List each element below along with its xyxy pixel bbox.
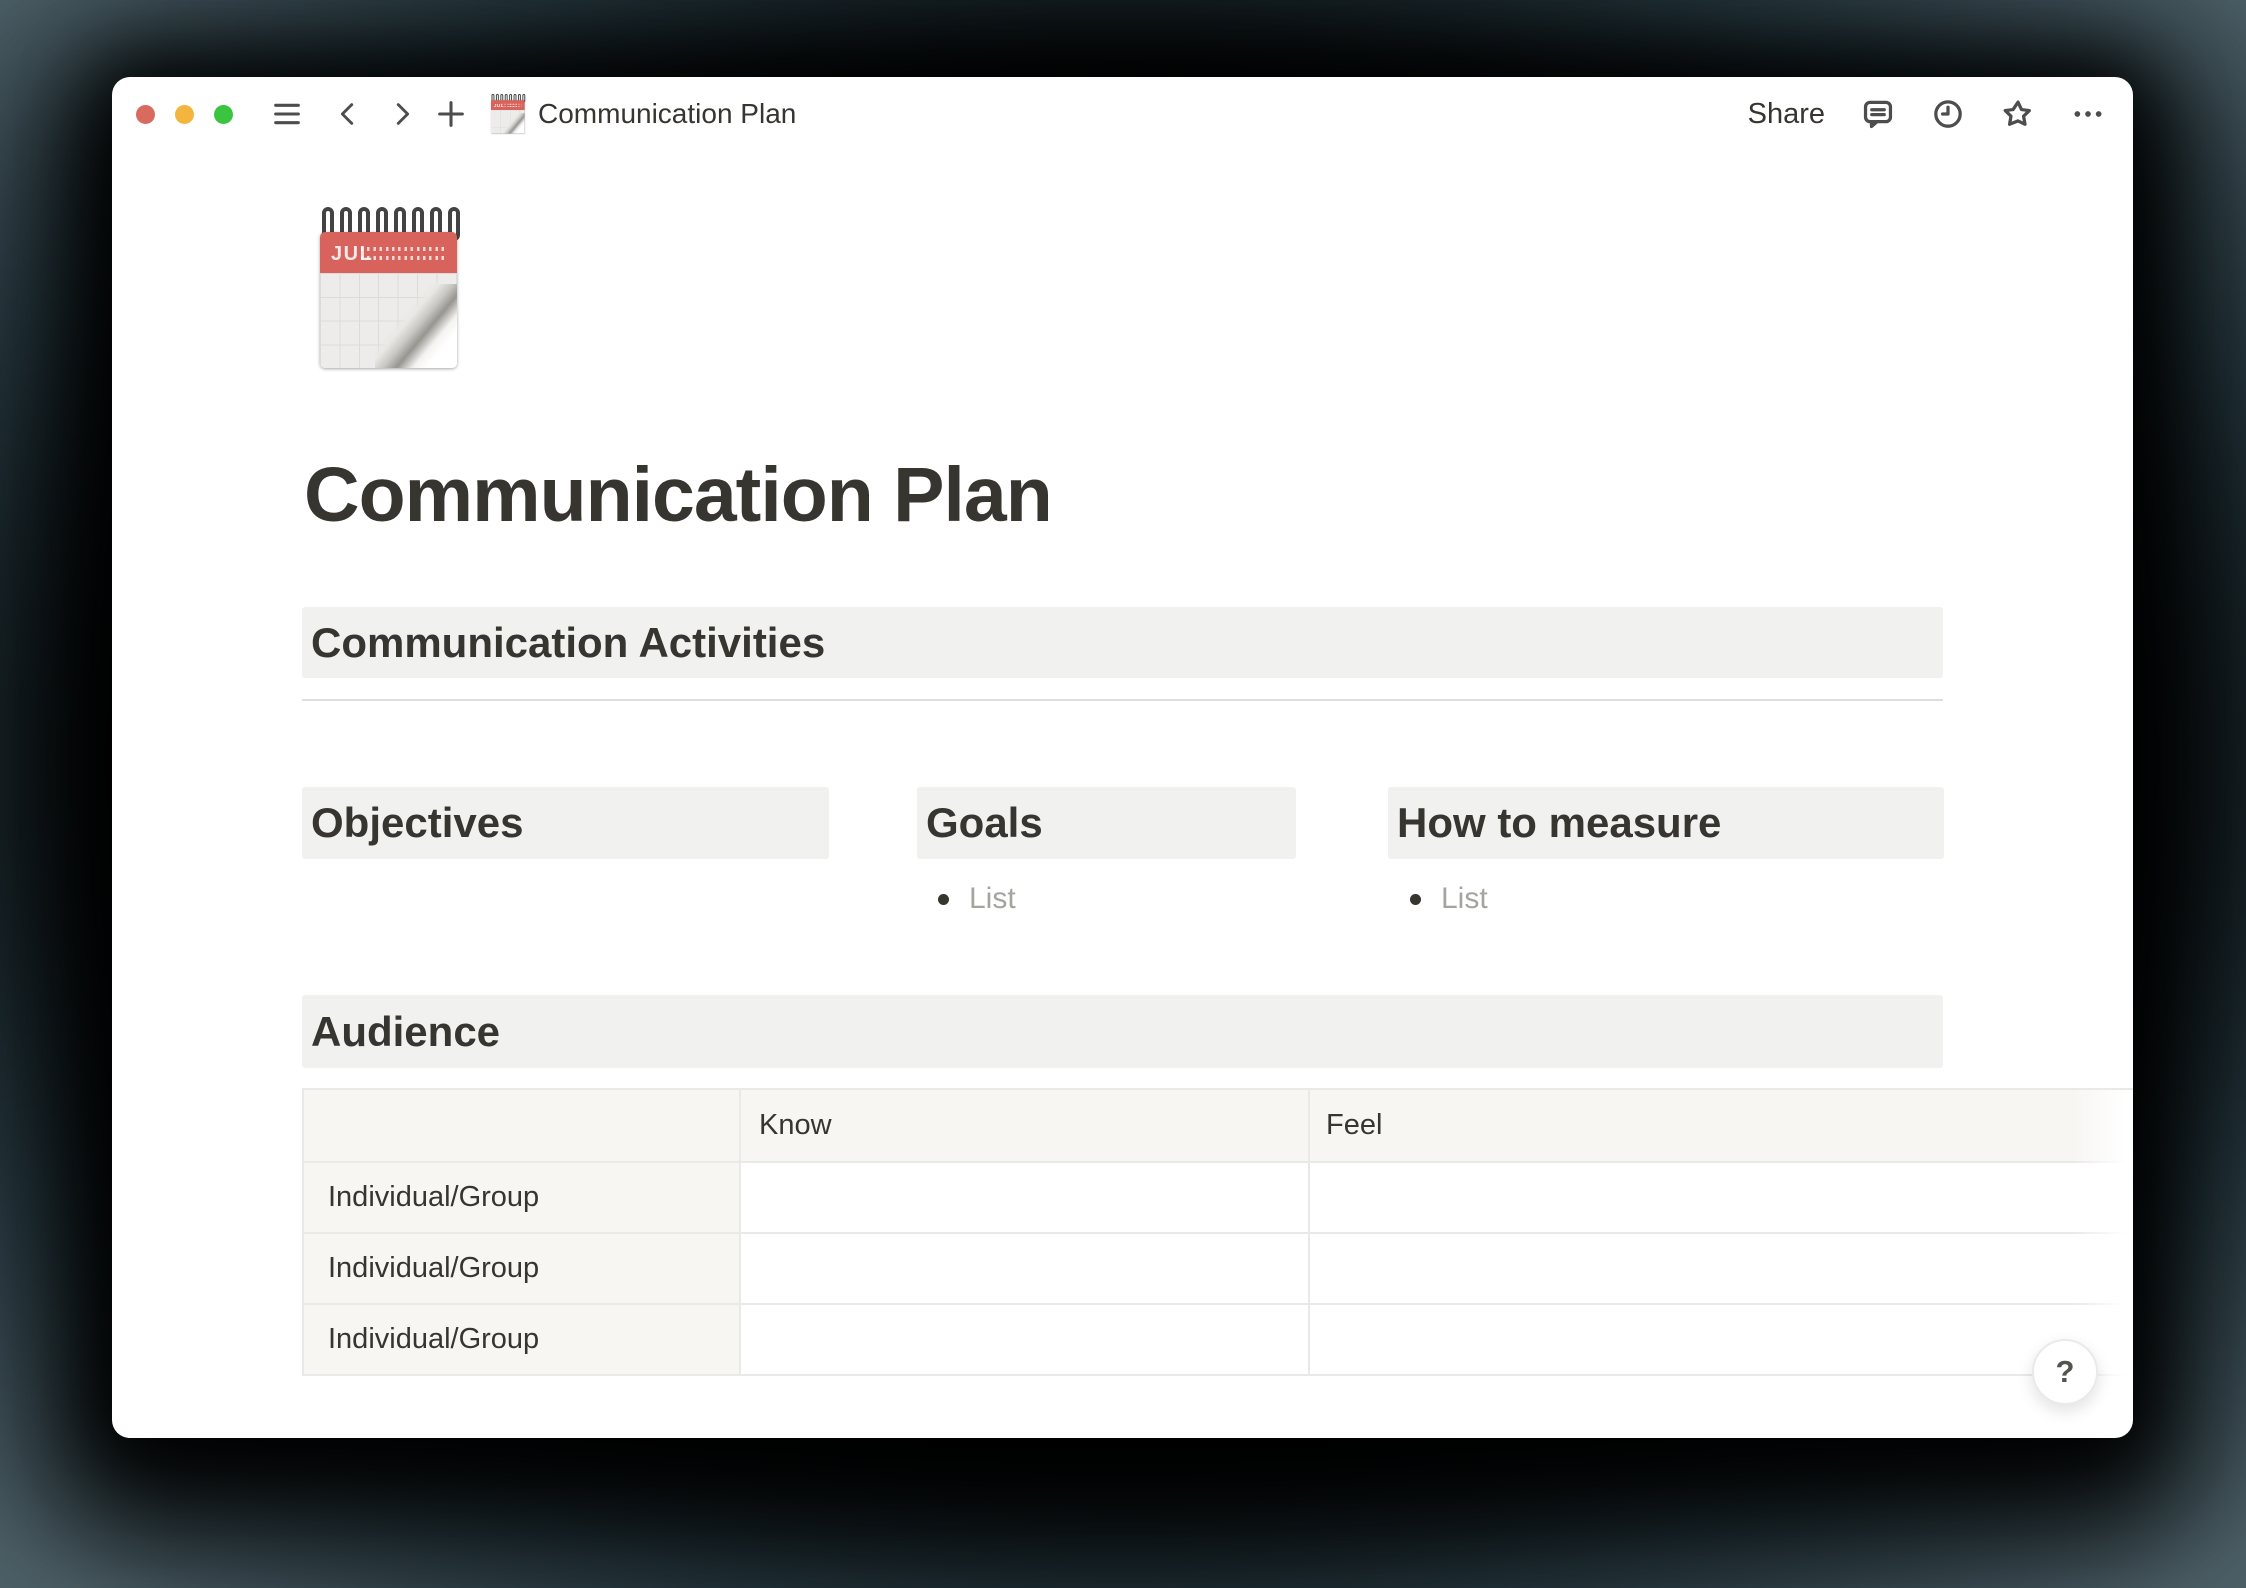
fullscreen-window-button[interactable] (214, 104, 233, 124)
window-controls (136, 104, 233, 124)
table-cell-group-label[interactable]: Individual/Group (304, 1234, 741, 1303)
toolbar-actions: Share (1748, 97, 2105, 131)
clock-icon (1931, 97, 1965, 131)
page-emoji-icon: JUL (491, 94, 526, 134)
measure-list-placeholder: List (1441, 882, 1488, 915)
table-cell-feel[interactable] (1310, 1234, 2133, 1303)
table-row: Individual/Group (304, 1163, 2133, 1234)
heading-goals[interactable]: Goals (917, 787, 1296, 859)
forward-button[interactable] (387, 99, 417, 129)
share-button[interactable]: Share (1748, 98, 1825, 131)
table-row: Individual/Group (304, 1305, 2133, 1376)
table-header-cell-empty[interactable] (304, 1090, 741, 1161)
back-button[interactable] (333, 99, 363, 129)
help-button[interactable]: ? (2032, 1339, 2098, 1405)
new-page-button[interactable] (435, 98, 467, 130)
minimize-window-button[interactable] (175, 104, 194, 124)
history-button[interactable] (1931, 97, 1965, 131)
audience-table: Know Feel Individual/Group Individual/Gr… (302, 1088, 2133, 1376)
sidebar-toggle-button[interactable] (271, 98, 303, 130)
plus-icon (435, 98, 467, 130)
chevron-right-icon (387, 99, 417, 129)
more-options-button[interactable] (2071, 97, 2105, 131)
page-icon-calendar-emoji[interactable]: JUL (320, 207, 460, 368)
table-header-cell-know[interactable]: Know (741, 1090, 1310, 1161)
breadcrumb[interactable]: JUL Communication Plan (491, 94, 796, 134)
star-icon (2001, 97, 2035, 131)
ellipsis-icon (2071, 97, 2105, 131)
breadcrumb-title: Communication Plan (538, 98, 797, 129)
table-cell-group-label[interactable]: Individual/Group (304, 1163, 741, 1232)
comment-bubble-icon (1861, 97, 1895, 131)
table-cell-know[interactable] (741, 1305, 1310, 1374)
chevron-left-icon (333, 99, 363, 129)
table-header-cell-feel[interactable]: Feel (1310, 1090, 2133, 1161)
favorite-button[interactable] (2001, 97, 2035, 131)
table-header-row: Know Feel (304, 1090, 2133, 1163)
desktop-background: JUL Communication Plan Share JUL Communi… (0, 0, 2246, 1588)
heading-audience[interactable]: Audience (302, 995, 1943, 1068)
close-window-button[interactable] (136, 104, 155, 124)
comments-button[interactable] (1861, 97, 1895, 131)
heading-communication-activities[interactable]: Communication Activities (302, 607, 1943, 678)
page-title[interactable]: Communication Plan (304, 451, 1053, 540)
bullet-icon (938, 893, 949, 905)
heading-objectives[interactable]: Objectives (302, 787, 829, 859)
table-cell-feel[interactable] (1310, 1163, 2133, 1232)
heading-how-to-measure[interactable]: How to measure (1388, 787, 1944, 859)
table-cell-know[interactable] (741, 1234, 1310, 1303)
goals-list-placeholder: List (969, 882, 1016, 915)
bullet-icon (1410, 893, 1421, 905)
app-window: JUL Communication Plan Share JUL Communi… (112, 77, 2133, 1438)
goals-list-item[interactable]: List (938, 877, 1016, 921)
divider (302, 699, 1943, 701)
measure-list-item[interactable]: List (1410, 877, 1488, 921)
toolbar: JUL Communication Plan Share (112, 77, 2133, 151)
table-cell-know[interactable] (741, 1163, 1310, 1232)
table-cell-feel[interactable] (1310, 1305, 2133, 1374)
table-row: Individual/Group (304, 1234, 2133, 1305)
table-cell-group-label[interactable]: Individual/Group (304, 1305, 741, 1374)
hamburger-icon (271, 98, 303, 130)
